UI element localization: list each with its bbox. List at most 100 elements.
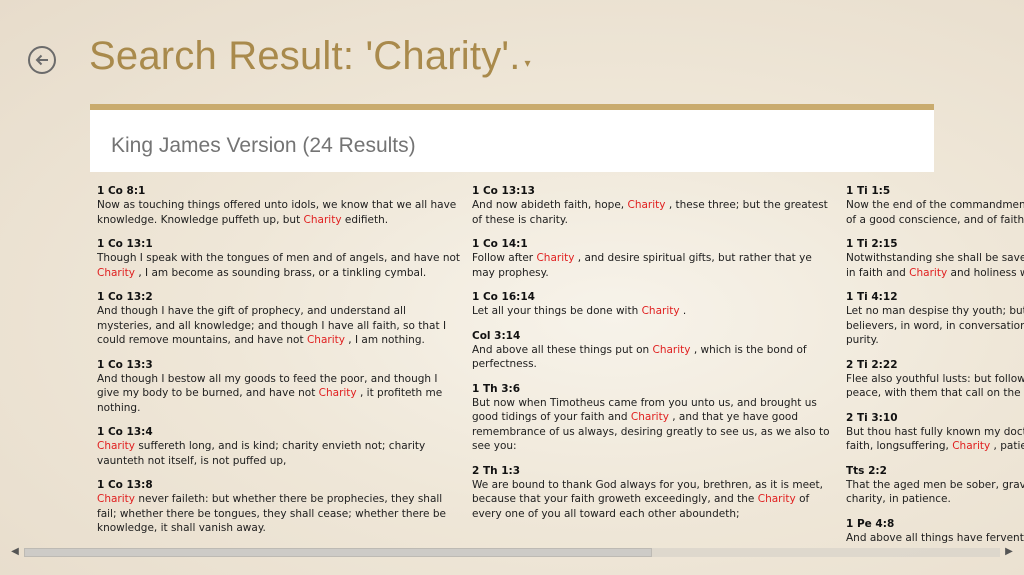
highlighted-term: Charity [641, 305, 680, 317]
chevron-down-icon[interactable]: ▾ [525, 56, 531, 70]
verse-text: Let all your things be done with Charity… [472, 304, 836, 319]
result-item[interactable]: 1 Pe 4:8 And above all things have ferven… [846, 517, 1024, 545]
results-column-2: 1 Co 13:13 And now abideth faith, hope, C… [472, 184, 836, 531]
result-item[interactable]: 1 Ti 1:5 Now the end of the commandment i… [846, 184, 1024, 227]
highlighted-term: Charity [952, 440, 991, 452]
verse-text: Though I speak with the tongues of men a… [97, 251, 461, 280]
verse-text-segment: edifieth. [341, 213, 389, 226]
highlighted-term: Charity [630, 411, 669, 423]
verse-reference: 1 Co 8:1 [97, 185, 146, 197]
result-item[interactable]: 1 Ti 4:12 Let no man despise thy youth; b… [846, 290, 1024, 348]
verse-text-segment: Let no man despise thy youth; but be tho… [846, 305, 1024, 332]
page-title: Search Result: 'Charity'. ▾ [89, 34, 531, 79]
highlighted-term: Charity [306, 334, 345, 346]
verse-reference: 1 Ti 4:12 [846, 291, 898, 303]
verse-text-segment: That the aged men be sober, grave, tempe… [846, 478, 1024, 506]
verse-reference: 1 Co 14:1 [472, 238, 528, 250]
verse-text-segment: Now as touching things offered unto idol… [97, 199, 457, 226]
verse-text-segment: suffereth long, and is kind; charity env… [97, 440, 426, 467]
result-item[interactable]: 1 Co 13:1 Though I speak with the tongues… [97, 237, 461, 280]
verse-text: And though I have the gift of prophecy, … [97, 304, 461, 348]
scroll-left-icon[interactable]: ◀ [8, 545, 22, 559]
verse-text: Follow after Charity , and desire spirit… [472, 251, 836, 280]
highlighted-term: Charity [909, 266, 948, 279]
verse-reference: 2 Ti 3:10 [846, 411, 898, 424]
results-column-3: 1 Ti 1:5 Now the end of the commandment i… [846, 184, 1024, 544]
verse-text-segment: Now the end of the commandment is charit… [846, 199, 1024, 226]
version-header-card: King James Version (24 Results) [90, 104, 934, 172]
verse-reference: 2 Ti 2:22 [846, 358, 898, 371]
result-item[interactable]: 1 Co 16:14 Let all your things be done wi… [472, 290, 836, 319]
verse-text-segment: And above all these things put on [472, 343, 653, 356]
highlighted-term: Charity [627, 199, 666, 211]
verse-text: Let no man despise thy youth; but be tho… [846, 304, 1024, 348]
result-item[interactable]: 1 Co 13:8 Charity never faileth: but whet… [97, 478, 461, 536]
verse-text: Charity never faileth: but whether there… [97, 492, 461, 536]
highlighted-term: Charity [757, 493, 796, 505]
verse-reference: 1 Co 13:2 [97, 291, 153, 303]
scrollbar-thumb[interactable] [24, 548, 652, 557]
result-item[interactable]: 1 Co 13:4 Charity suffereth long, and is … [97, 425, 461, 468]
verse-text-segment: Follow after [472, 252, 537, 264]
verse-reference: 1 Co 13:8 [97, 479, 153, 491]
verse-reference: 1 Co 13:13 [472, 185, 535, 197]
result-item[interactable]: 2 Ti 2:22 Flee also youthful lusts: but f… [846, 358, 1024, 401]
result-item[interactable]: Tts 2:2That the aged men be sober, grave… [846, 464, 1024, 507]
highlighted-term: Charity [97, 440, 135, 452]
back-arrow-icon [35, 54, 48, 66]
verse-text-segment: . [679, 305, 687, 317]
scroll-right-icon[interactable]: ▶ [1002, 545, 1016, 559]
verse-reference: 1 Co 13:3 [97, 358, 153, 371]
verse-text-segment: never faileth: but whether there be prop… [97, 493, 446, 534]
verse-text: Charity suffereth long, and is kind; cha… [97, 439, 461, 468]
result-item[interactable]: 1 Co 8:1 Now as touching things offered u… [97, 184, 461, 227]
highlighted-term: Charity [318, 387, 357, 399]
verse-text-segment: Though I speak with the tongues of men a… [97, 252, 461, 264]
verse-reference: 2 Th 1:3 [472, 464, 521, 477]
result-item[interactable]: 2 Th 1:3 We are bound to thank God always… [472, 464, 836, 522]
verse-text: Flee also youthful lusts: but follow rig… [846, 372, 1024, 401]
verse-text-segment: , patience, [993, 440, 1024, 452]
verse-reference: 1 Pe 4:8 [846, 517, 895, 530]
verse-reference: 1 Ti 1:5 [846, 185, 891, 197]
results-columns: 1 Co 8:1 Now as touching things offered u… [97, 184, 1024, 544]
verse-reference: 1 Co 13:1 [97, 238, 153, 250]
highlighted-term: Charity [652, 343, 691, 356]
result-item[interactable]: 1 Co 13:3 And though I bestow all my good… [97, 358, 461, 416]
verse-reference: 1 Co 16:14 [472, 291, 535, 303]
version-title: King James Version (24 Results) [111, 134, 416, 157]
verse-text: We are bound to thank God always for you… [472, 478, 836, 522]
result-item[interactable]: 1 Ti 2:15 Notwithstanding she shall be sa… [846, 237, 1024, 280]
highlighted-term: Charity [536, 252, 575, 264]
highlighted-term: Charity [97, 266, 135, 279]
result-item[interactable]: Col 3:14 And above all these things put o… [472, 329, 836, 372]
highlighted-term: Charity [97, 493, 135, 505]
result-item[interactable]: 1 Co 13:13 And now abideth faith, hope, C… [472, 184, 836, 227]
horizontal-scrollbar[interactable]: ◀ ▶ [0, 545, 1024, 559]
verse-text-segment: And above all things have fervent [846, 531, 1024, 544]
verse-reference: Col 3:14 [472, 329, 521, 342]
highlighted-term: Charity [303, 213, 342, 226]
verse-text: And above all these things put on Charit… [472, 343, 836, 372]
verse-text-segment: Flee also youthful lusts: but follow rig… [846, 372, 1024, 400]
verse-text: And now abideth faith, hope, Charity , t… [472, 198, 836, 227]
verse-text: Now the end of the commandment is charit… [846, 198, 1024, 227]
verse-reference: 1 Co 13:4 [97, 426, 153, 438]
result-item[interactable]: 1 Co 13:2 And though I have the gift of p… [97, 290, 461, 348]
verse-text-segment: Let all your things be done with [472, 305, 642, 317]
verse-reference: 1 Th 3:6 [472, 382, 521, 395]
verse-text-segment: And now abideth faith, hope, [472, 199, 628, 211]
verse-text-segment: , I am become as sounding brass, or a ti… [135, 266, 427, 279]
verse-text: And though I bestow all my goods to feed… [97, 372, 461, 416]
verse-text: Notwithstanding she shall be saved in ch… [846, 251, 1024, 280]
result-item[interactable]: 2 Ti 3:10 But thou hast fully known my do… [846, 411, 1024, 454]
verse-text: But thou hast fully known my doctrine, m… [846, 425, 1024, 454]
verse-reference: 1 Ti 2:15 [846, 238, 898, 250]
result-item[interactable]: 1 Th 3:6 But now when Timotheus came from… [472, 382, 836, 454]
verse-text: Now as touching things offered unto idol… [97, 198, 461, 227]
verse-text: That the aged men be sober, grave, tempe… [846, 478, 1024, 507]
verse-text: And above all things have fervent Charit… [846, 531, 1024, 545]
result-item[interactable]: 1 Co 14:1 Follow after Charity , and desi… [472, 237, 836, 280]
verse-text: But now when Timotheus came from you unt… [472, 396, 836, 454]
back-button[interactable] [28, 46, 56, 74]
